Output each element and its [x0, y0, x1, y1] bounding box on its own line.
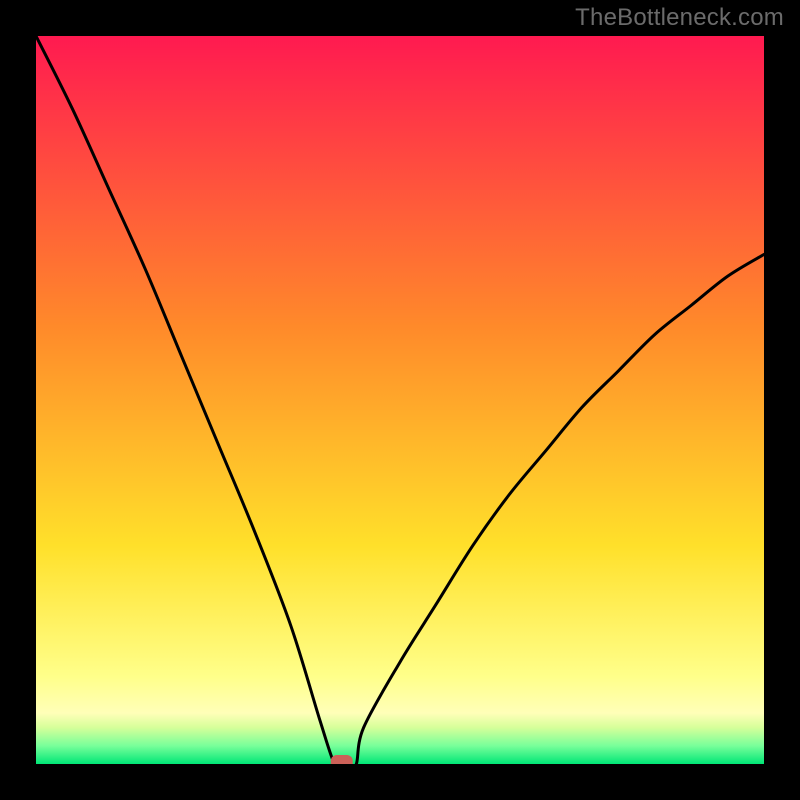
chart-background: [36, 36, 764, 764]
plot-area: [36, 36, 764, 764]
watermark-text: TheBottleneck.com: [575, 4, 784, 32]
min-marker: [331, 755, 353, 764]
chart-svg: [36, 36, 764, 764]
chart-frame: TheBottleneck.com: [0, 0, 800, 800]
